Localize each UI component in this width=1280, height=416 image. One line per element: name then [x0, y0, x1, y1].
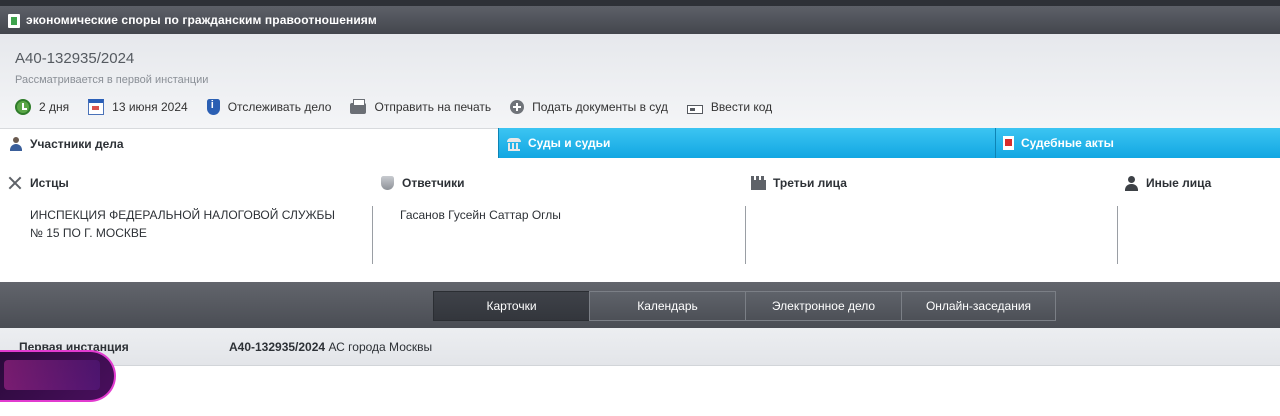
case-actions: 2 дня 13 июня 2024 Отслеживать дело Отпр…	[15, 98, 791, 116]
calendar-icon	[88, 99, 105, 115]
person-icon	[9, 136, 23, 151]
user-icon	[1124, 176, 1138, 191]
column-title: Иные лица	[1146, 176, 1212, 190]
case-number: А40-132935/2024	[15, 50, 135, 67]
swords-icon	[8, 176, 22, 190]
action-label: Подать документы в суд	[532, 100, 668, 114]
enter-code-button[interactable]: Ввести код	[686, 100, 773, 114]
action-date[interactable]: 13 июня 2024	[88, 99, 188, 115]
subtab-calendar[interactable]: Календарь	[589, 291, 746, 321]
third-parties-heading: Третьи лица	[751, 176, 847, 190]
action-days[interactable]: 2 дня	[15, 99, 69, 115]
tab-participants[interactable]: Участники дела	[0, 128, 498, 158]
document-icon	[8, 14, 20, 28]
tab-label: Судебные акты	[1021, 136, 1114, 150]
subtab-online-hearings[interactable]: Онлайн-заседания	[901, 291, 1056, 321]
instance-court: АС города Москвы	[328, 340, 433, 354]
tab-label: Участники дела	[30, 136, 124, 151]
plus-circle-icon	[510, 100, 525, 114]
track-case-button[interactable]: Отслеживать дело	[206, 99, 332, 115]
clock-icon	[15, 99, 31, 115]
subtab-cards[interactable]: Карточки	[433, 291, 590, 321]
pdf-icon	[1003, 136, 1014, 150]
action-label: 13 июня 2024	[112, 100, 188, 114]
subtab-electronic-case[interactable]: Электронное дело	[745, 291, 902, 321]
participants-panel: Истцы ИНСПЕКЦИЯ ФЕДЕРАЛЬНОЙ НАЛОГОВОЙ СЛ…	[0, 158, 1280, 282]
card-nav-bar: Карточки Календарь Электронное дело Онла…	[0, 282, 1280, 328]
fortress-icon	[751, 176, 766, 190]
column-title: Третьи лица	[773, 176, 847, 190]
defendants-heading: Ответчики	[381, 176, 465, 190]
tab-court-acts[interactable]: Судебные акты	[995, 128, 1280, 158]
tab-label: Суды и судьи	[528, 136, 611, 150]
window-title: экономические споры по гражданским право…	[26, 13, 377, 27]
plaintiffs-column: Истцы ИНСПЕКЦИЯ ФЕДЕРАЛЬНОЙ НАЛОГОВОЙ СЛ…	[0, 158, 372, 282]
case-card-page: экономические споры по гражданским право…	[0, 0, 1280, 416]
action-label: 2 дня	[39, 100, 70, 114]
plaintiffs-heading: Истцы	[8, 176, 69, 190]
courthouse-icon	[507, 136, 521, 151]
action-label: Ввести код	[710, 100, 773, 114]
column-title: Ответчики	[402, 176, 465, 190]
tab-courts-judges[interactable]: Суды и судьи	[498, 128, 995, 158]
defendants-column: Ответчики Гасанов Гусейн Саттар Оглы	[373, 158, 745, 282]
instance-row[interactable]: Первая инстанция А40-132935/2024 АС горо…	[0, 328, 1280, 366]
submit-documents-button[interactable]: Подать документы в суд	[510, 100, 668, 114]
instance-case-number: А40-132935/2024	[229, 340, 326, 354]
card-subtabs: Карточки Календарь Электронное дело Онла…	[433, 291, 1056, 321]
defendant-item[interactable]: Гасанов Гусейн Саттар Оглы	[400, 206, 720, 264]
case-tabs: Участники дела Суды и судьи Судебные акт…	[0, 128, 1280, 158]
print-button[interactable]: Отправить на печать	[350, 99, 492, 114]
title-bar: экономические споры по гражданским право…	[0, 0, 1280, 34]
column-title: Истцы	[30, 176, 69, 190]
action-label: Отслеживать дело	[227, 100, 332, 114]
action-label: Отправить на печать	[374, 100, 492, 114]
case-header: А40-132935/2024 Рассматривается в первой…	[0, 34, 1280, 128]
case-status: Рассматривается в первой инстанции	[15, 74, 209, 86]
watermark-logo	[0, 350, 116, 402]
others-heading: Иные лица	[1124, 176, 1212, 191]
keyboard-icon	[686, 104, 703, 114]
shield-info-icon	[206, 99, 220, 115]
others-column: Иные лица	[1118, 158, 1280, 282]
printer-icon	[350, 99, 367, 114]
third-parties-column: Третьи лица	[746, 158, 1118, 282]
instance-value: А40-132935/2024 АС города Москвы	[229, 340, 432, 354]
shield-icon	[381, 176, 394, 190]
plaintiff-item[interactable]: ИНСПЕКЦИЯ ФЕДЕРАЛЬНОЙ НАЛОГОВОЙ СЛУЖБЫ №…	[30, 206, 350, 264]
